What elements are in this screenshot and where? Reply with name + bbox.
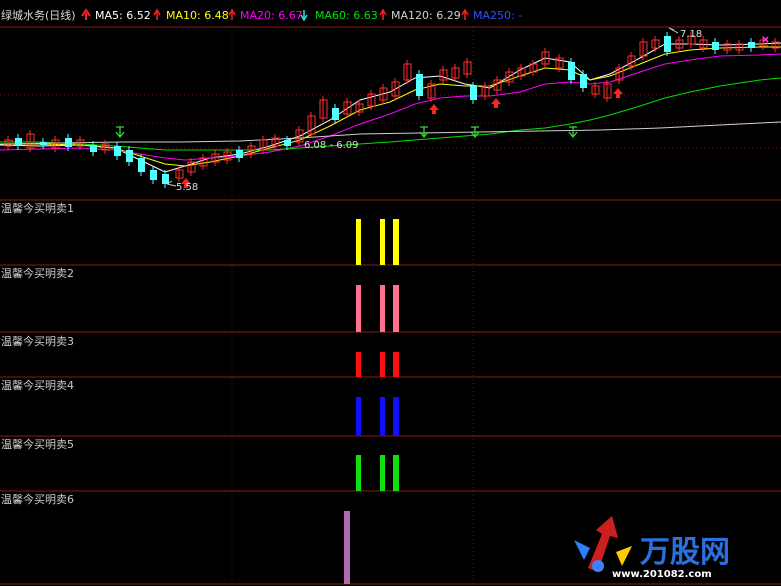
- signal-2-bar: [380, 285, 385, 332]
- mid-price-label: 6.08 - 6.09: [304, 140, 359, 151]
- indicator-label-1: 温馨今买明卖1: [1, 201, 74, 215]
- background: [0, 0, 781, 586]
- signal-3-bar: [380, 352, 385, 377]
- indicator-label-3: 温馨今买明卖3: [1, 334, 74, 348]
- indicator-label-2: 温馨今买明卖2: [1, 266, 74, 280]
- candle-body: [236, 150, 243, 158]
- security-title: 绿城水务(日线): [1, 8, 76, 22]
- watermark-brand: 万股网: [640, 535, 730, 570]
- watermark-url: www.201082.com: [612, 569, 712, 580]
- signal-4-bar: [356, 397, 361, 436]
- signal-6-bar: [344, 511, 350, 584]
- signal-3-bar: [356, 352, 361, 377]
- signal-5-bar: [393, 455, 399, 491]
- signal-2-bar: [356, 285, 361, 332]
- ma5-label: MA5: 6.52: [95, 9, 151, 22]
- signal-1-bar: [380, 219, 385, 265]
- candle-body: [416, 74, 423, 96]
- candle-body: [712, 42, 719, 50]
- low-price-label: 5.58: [176, 182, 198, 193]
- signal-1-bar: [356, 219, 361, 265]
- candle-body: [470, 86, 477, 100]
- signal-5-bar: [356, 455, 361, 491]
- chart-canvas[interactable]: 绿城水务(日线) MA5: 6.52 MA10: 6.48 MA20: 6.67…: [0, 0, 781, 586]
- ma20-label: MA20: 6.67: [240, 9, 303, 22]
- candle-body: [580, 74, 587, 88]
- candle-body: [15, 138, 22, 146]
- candle-body: [568, 62, 575, 80]
- indicator-label-5: 温馨今买明卖5: [1, 437, 74, 451]
- signal-2-bar: [393, 285, 399, 332]
- signal-5-bar: [380, 455, 385, 491]
- signal-4-bar: [393, 397, 399, 436]
- candle-body: [150, 170, 157, 180]
- indicator-label-6: 温馨今买明卖6: [1, 492, 74, 506]
- indicator-label-4: 温馨今买明卖4: [1, 378, 74, 392]
- ma120-label: MA120: 6.29: [391, 9, 461, 22]
- ma60-label: MA60: 6.63: [315, 9, 378, 22]
- signal-1-bar: [393, 219, 399, 265]
- high-price-label: 7.18: [680, 29, 702, 40]
- candle-body: [332, 108, 339, 120]
- candle-body: [114, 146, 121, 156]
- signal-3-bar: [393, 352, 399, 377]
- ma250-label: MA250: -: [473, 9, 522, 22]
- candle-body: [284, 140, 291, 146]
- ma10-label: MA10: 6.48: [166, 9, 229, 22]
- candle-body: [664, 36, 671, 52]
- candle-body: [748, 42, 755, 48]
- signal-4-bar: [380, 397, 385, 436]
- candle-body: [40, 142, 47, 145]
- candle-body: [90, 145, 97, 152]
- candle-body: [65, 138, 72, 147]
- candle-body: [138, 158, 145, 172]
- candle-body: [162, 174, 169, 184]
- candle-body: [126, 150, 133, 162]
